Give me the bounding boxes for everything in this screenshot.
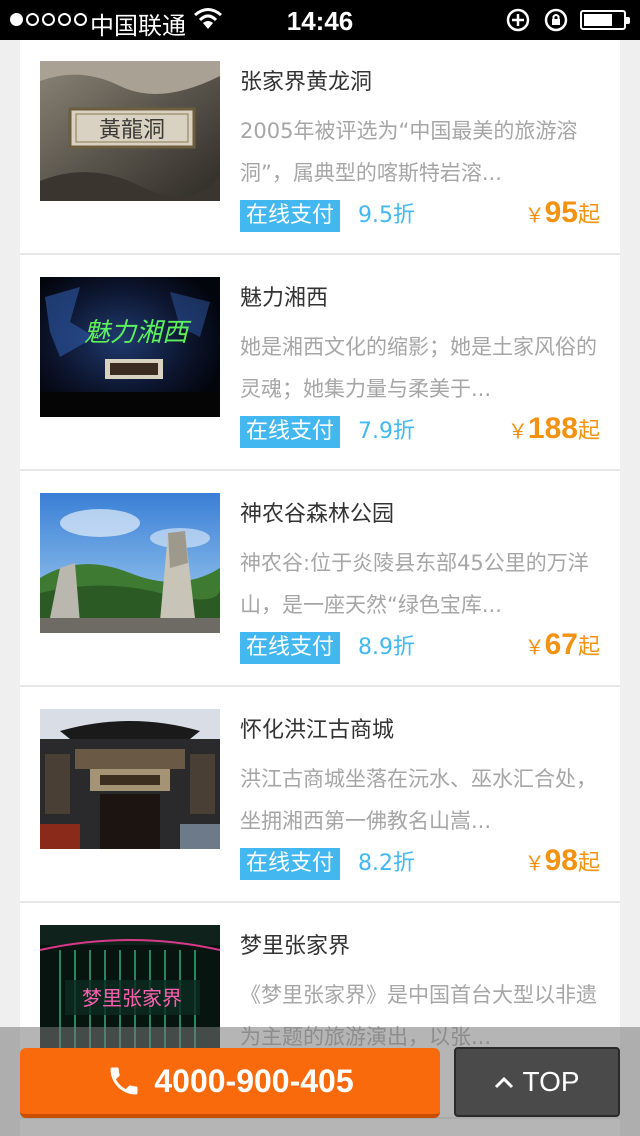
list-item[interactable]: 黃龍洞 张家界黄龙洞 2005年被评选为“中国最美的旅游溶洞”，属典型的喀斯特岩… [20,40,620,255]
discount-label: 8.2折 [358,851,415,876]
spot-description: 神农谷:位于炎陵县东部45公里的万洋山，是一座天然“绿色宝库... [240,551,589,617]
currency-symbol: ￥ [524,637,545,659]
price-value: 98 [544,844,578,877]
spot-thumbnail [40,493,220,633]
call-phone-button[interactable]: 4000-900-405 [20,1048,440,1118]
price-suffix: 起 [577,203,600,228]
spot-name: 梦里张家界 [240,934,351,959]
svg-text:梦里张家界: 梦里张家界 [82,986,182,1010]
svg-text:魅力湘西: 魅力湘西 [84,318,192,348]
price: ￥67起 [525,628,600,662]
phone-icon [110,1067,138,1095]
phone-number: 4000-900-405 [154,1062,354,1099]
discount-label: 9.5折 [358,203,415,228]
discount-label: 8.9折 [358,635,415,660]
spot-thumbnail [40,709,220,849]
price-suffix: 起 [577,635,600,660]
spot-description: 2005年被评选为“中国最美的旅游溶洞”，属典型的喀斯特岩溶... [240,119,578,185]
spot-description: 她是湘西文化的缩影；她是土家风俗的灵魂；她集力量与柔美于... [240,335,597,401]
scenic-spot-list[interactable]: 黃龍洞 张家界黄龙洞 2005年被评选为“中国最美的旅游溶洞”，属典型的喀斯特岩… [20,40,620,1136]
rotation-lock-icon [506,8,530,32]
list-item[interactable]: 怀化洪江古商城 洪江古商城坐落在沅水、巫水汇合处，坐拥湘西第一佛教名山嵩... … [20,688,620,903]
spot-thumbnail: 黃龍洞 [40,61,220,201]
svg-text:黃龍洞: 黃龍洞 [99,118,165,143]
online-payment-badge: 在线支付 [240,416,341,448]
price-value: 67 [544,628,578,661]
list-item[interactable]: 魅力湘西 魅力湘西 她是湘西文化的缩影；她是土家风俗的灵魂；她集力量与柔美于..… [20,256,620,471]
currency-symbol: ￥ [524,205,545,227]
price: ￥188起 [508,412,600,446]
spot-name: 神农谷森林公园 [240,502,395,527]
alarm-icon [544,8,568,32]
chevron-up-icon [495,1076,514,1089]
spot-thumbnail: 魅力湘西 [40,277,220,417]
back-to-top-button[interactable]: TOP [454,1047,620,1117]
battery-icon [580,10,630,30]
online-payment-badge: 在线支付 [240,200,341,232]
price-value: 95 [544,196,578,229]
price: ￥98起 [525,844,600,878]
status-bar: 中国联通 14:46 [0,0,640,40]
currency-symbol: ￥ [524,853,545,875]
online-payment-badge: 在线支付 [240,848,341,880]
price: ￥95起 [525,196,600,230]
online-payment-badge: 在线支付 [240,632,341,664]
back-to-top-label: TOP [522,1066,580,1097]
list-item[interactable]: 神农谷森林公园 神农谷:位于炎陵县东部45公里的万洋山，是一座天然“绿色宝库..… [20,472,620,687]
spot-description: 洪江古商城坐落在沅水、巫水汇合处，坐拥湘西第一佛教名山嵩... [240,767,597,833]
spot-name: 魅力湘西 [240,286,329,311]
price-suffix: 起 [577,419,600,444]
price-suffix: 起 [577,851,600,876]
spot-name: 张家界黄龙洞 [240,70,373,95]
discount-label: 7.9折 [358,419,415,444]
price-value: 188 [527,412,578,445]
currency-symbol: ￥ [507,421,528,443]
spot-name: 怀化洪江古商城 [240,718,395,743]
